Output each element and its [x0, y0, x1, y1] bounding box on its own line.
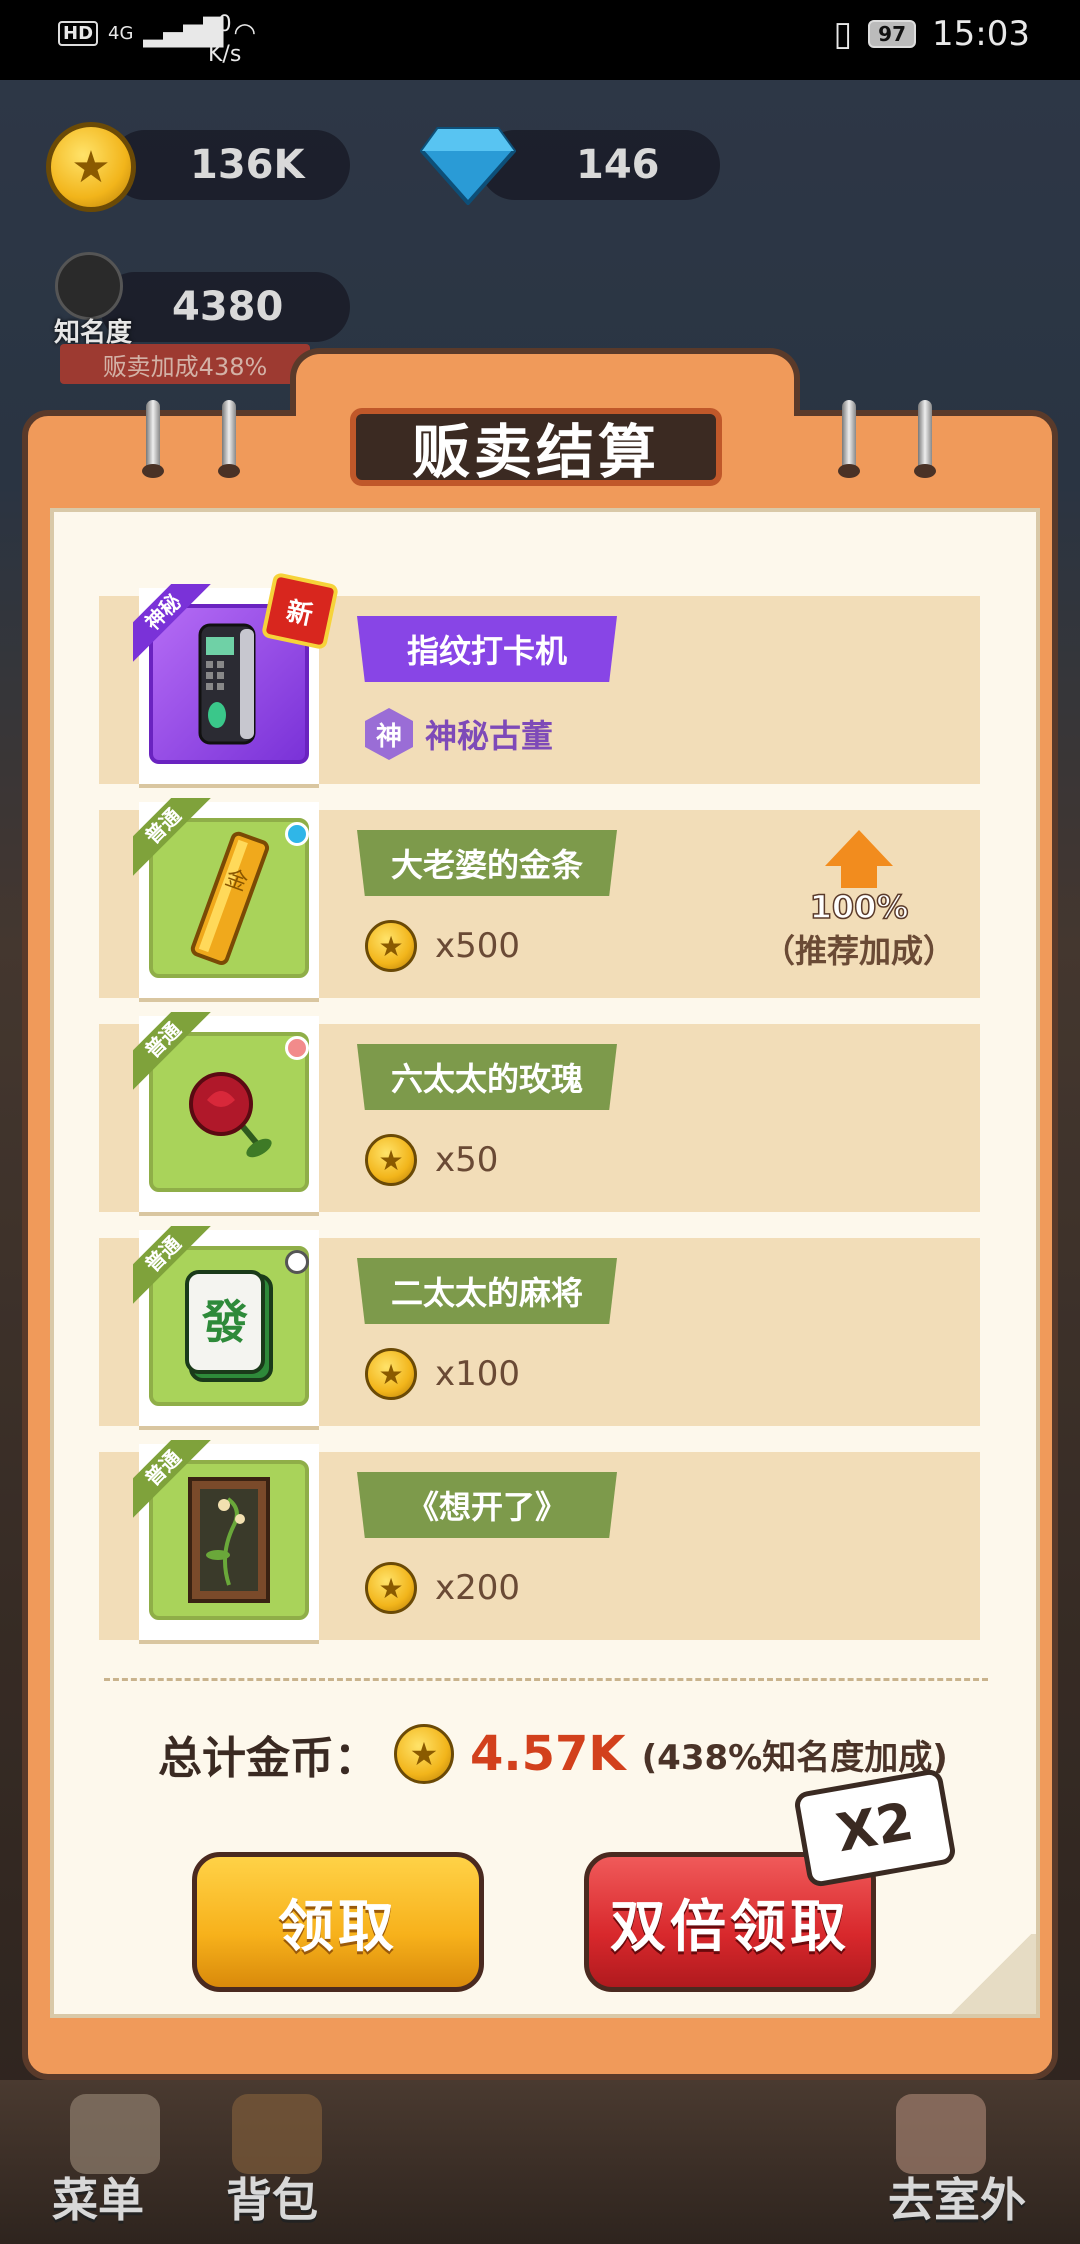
item-name: 二太太的麻将: [357, 1258, 617, 1324]
status-bar: HD 4G ▂▄▆█ ◠ 0 K/s ▯ 97 15:03: [0, 0, 1080, 80]
boost-label: （推荐加成）: [762, 932, 955, 970]
nav-bag[interactable]: 背包: [226, 2164, 318, 2230]
rarity-corner: 普通: [133, 1440, 213, 1520]
nav-menu[interactable]: 菜单: [52, 2164, 144, 2230]
total-coins: 总计金币： ★ 4.57K (438%知名度加成): [158, 1722, 948, 1786]
rarity-hex-icon: 神: [365, 708, 413, 760]
speed-unit: K/s: [208, 42, 242, 67]
recommended-boost: 100% （推荐加成）: [759, 830, 959, 972]
boost-percent: 100%: [809, 887, 909, 927]
list-item[interactable]: 發 普通 二太太的麻将 ★ x100: [99, 1226, 980, 1426]
color-dot: [285, 822, 309, 846]
rarity-corner: 神秘: [133, 584, 213, 664]
bottom-nav: 菜单 背包 去室外: [0, 2080, 1080, 2244]
list-item[interactable]: 普通 《想开了》 ★ x200: [99, 1440, 980, 1640]
item-thumbnail: 神秘 新: [133, 571, 340, 784]
item-name: 大老婆的金条: [357, 830, 617, 896]
hd-badge: HD: [58, 20, 99, 46]
page-title: 贩卖结算: [350, 408, 722, 486]
binder-ring: [838, 400, 860, 478]
item-thumbnail: 普通: [133, 1012, 319, 1212]
binder-ring: [914, 400, 936, 478]
coin-icon: ★: [394, 1724, 454, 1784]
total-value: 4.57K: [470, 1726, 626, 1782]
fame-counter: 4380: [100, 272, 350, 342]
rarity-corner: 普通: [133, 798, 213, 878]
gem-counter: 146: [480, 130, 720, 200]
coin-icon: ★: [365, 920, 417, 972]
gem-icon: [420, 127, 516, 205]
total-bonus: (438%知名度加成): [641, 1737, 948, 1778]
list-item[interactable]: 普通 六太太的玫瑰 ★ x50: [99, 1012, 980, 1212]
item-price: ★ x500: [365, 920, 520, 972]
item-thumbnail: 金 普通: [133, 798, 319, 998]
vibrate-icon: ▯: [833, 14, 853, 54]
gem-count: 146: [576, 142, 660, 188]
coin-count: 136K: [190, 142, 305, 188]
item-thumbnail: 發 普通: [133, 1226, 319, 1426]
rarity-label: 神秘古董: [425, 717, 554, 755]
rarity-corner-label: 普通: [133, 1012, 213, 1092]
rarity-corner-label: 普通: [133, 798, 213, 878]
price-value: x500: [435, 926, 521, 966]
price-value: x200: [435, 1568, 521, 1608]
price-value: x50: [435, 1140, 499, 1180]
coin-icon: ★: [365, 1348, 417, 1400]
item-price: ★ x200: [365, 1562, 520, 1614]
item-thumbnail: 普通: [133, 1440, 319, 1640]
fame-value: 4380: [172, 284, 284, 330]
rarity-corner: 普通: [133, 1012, 213, 1092]
clock: 15:03: [932, 14, 1030, 54]
rarity-info: 神 神秘古董: [365, 708, 553, 760]
rarity-corner-label: 普通: [133, 1440, 213, 1520]
paper-fold: [946, 1934, 1036, 2014]
coin-icon: ★: [365, 1134, 417, 1186]
item-price: ★ x100: [365, 1348, 520, 1400]
coin-counter: 136K: [110, 130, 350, 200]
sell-bonus-banner: 贩卖加成438%: [60, 344, 310, 384]
house-icon: [896, 2094, 986, 2174]
battery-icon: 97: [868, 20, 917, 48]
item-name: 指纹打卡机: [357, 616, 617, 682]
color-dot: [285, 1250, 309, 1274]
item-name: 《想开了》: [357, 1472, 617, 1538]
up-arrow-stem: [841, 866, 877, 888]
list-item[interactable]: 金 普通 大老婆的金条 ★ x500 100% （推荐加成）: [99, 798, 980, 998]
total-label: 总计金币：: [158, 1733, 378, 1784]
network-type: 4G: [108, 22, 134, 44]
nav-outdoor[interactable]: 去室外: [888, 2164, 1026, 2230]
backpack-icon: [232, 2094, 322, 2174]
rarity-corner-label: 神秘: [133, 584, 213, 664]
item-name: 六太太的玫瑰: [357, 1044, 617, 1110]
star-icon: [70, 2094, 160, 2174]
network-speed: 0 K/s: [208, 10, 241, 70]
status-right: ▯ 97 15:03: [833, 14, 1030, 54]
divider: [104, 1678, 988, 1681]
rarity-corner: 普通: [133, 1226, 213, 1306]
coin-icon: ★: [365, 1562, 417, 1614]
price-value: x100: [435, 1354, 521, 1394]
new-badge: 新: [260, 571, 340, 651]
item-price: ★ x50: [365, 1134, 498, 1186]
binder-ring: [142, 400, 164, 478]
rarity-corner-label: 普通: [133, 1226, 213, 1306]
color-dot: [285, 1036, 309, 1060]
avatar: [55, 252, 123, 320]
coin-icon: ★: [46, 122, 136, 212]
binder-ring: [218, 400, 240, 478]
list-item[interactable]: 神秘 新 指纹打卡机 神 神秘古董: [99, 571, 980, 784]
up-arrow-icon: [825, 830, 893, 866]
speed-value: 0: [217, 12, 232, 37]
claim-button[interactable]: 领取: [192, 1852, 484, 1992]
